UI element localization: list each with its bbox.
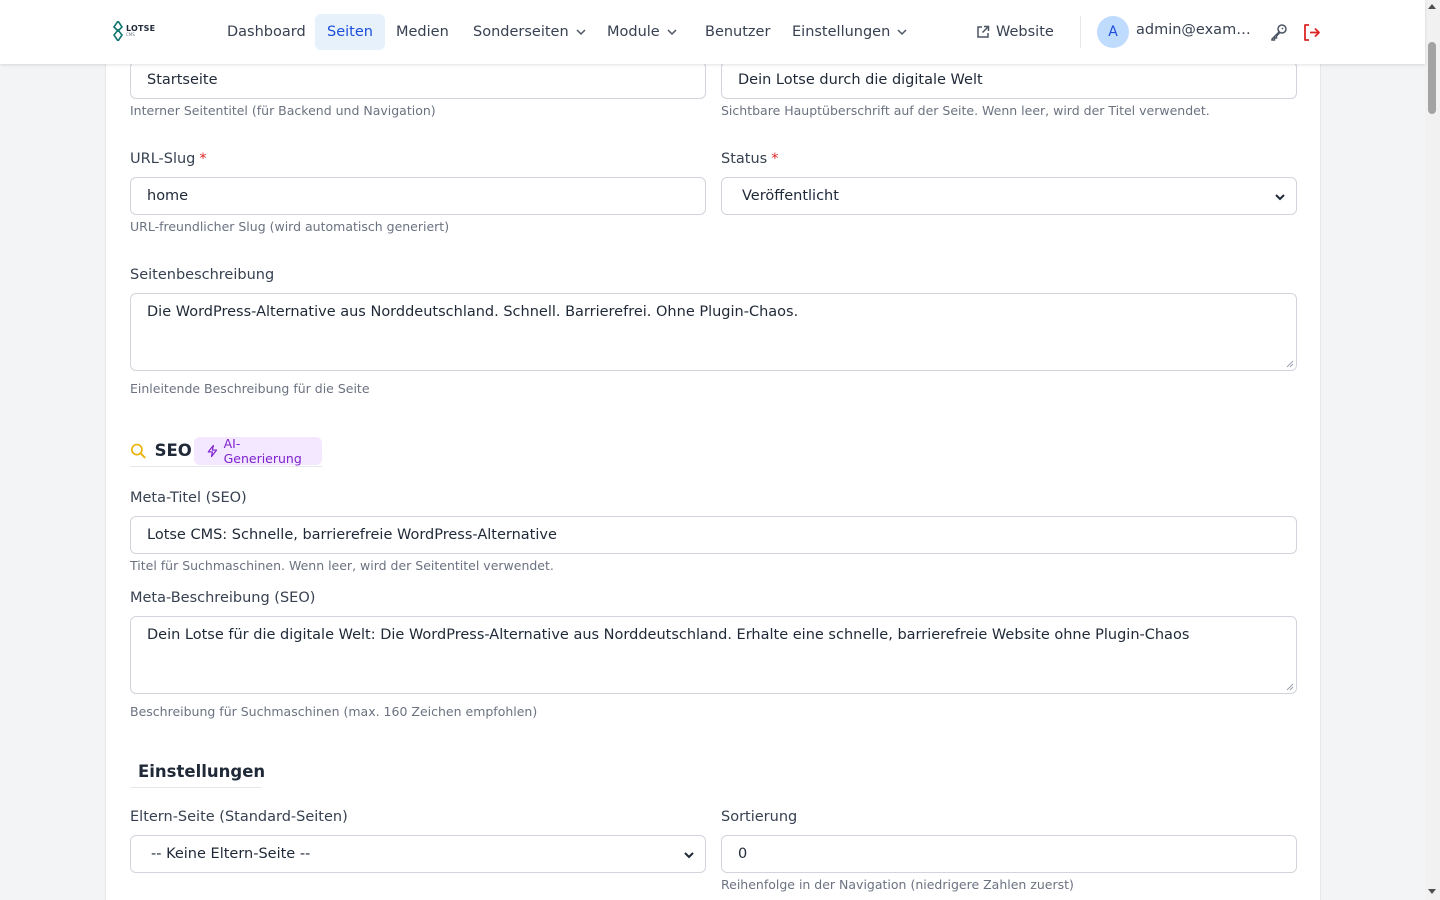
key-icon	[1271, 24, 1287, 41]
nav-label: Seiten	[327, 24, 373, 40]
meta-title-help: Titel für Suchmaschinen. Wenn leer, wird…	[130, 558, 554, 573]
ai-generation-label: AI-Generierung	[223, 435, 302, 466]
nav-sonderseiten[interactable]: Sonderseiten	[461, 14, 599, 50]
logout-button[interactable]	[1300, 21, 1322, 43]
ai-generation-button[interactable]: AI-Generierung	[193, 435, 322, 466]
nav-einstellungen[interactable]: Einstellungen	[780, 14, 920, 50]
meta-title-input[interactable]: Lotse CMS: Schnelle, barrierefreie WordP…	[130, 516, 1297, 554]
website-link[interactable]: Website	[964, 14, 1066, 50]
search-icon	[131, 443, 146, 458]
external-link-icon	[977, 25, 990, 38]
scroll-up-arrow[interactable]	[1428, 4, 1436, 9]
nav-label: Dashboard	[227, 24, 306, 40]
user-email[interactable]: admin@example.com	[1136, 22, 1251, 38]
nav-benutzer[interactable]: Benutzer	[693, 14, 782, 50]
slug-help: URL-freundlicher Slug (wird automatisch …	[130, 219, 450, 234]
meta-description-help: Beschreibung für Suchmaschinen (max. 160…	[130, 704, 538, 719]
title-help: Interner Seitentitel (für Backend und Na…	[130, 103, 436, 118]
logo[interactable]: LOTSE CMS	[113, 21, 155, 41]
lightning-icon	[207, 444, 217, 457]
description-label: Seitenbeschreibung	[130, 267, 275, 283]
slug-label-text: URL-Slug	[130, 151, 196, 167]
nav-label: Medien	[396, 24, 449, 40]
parent-label: Eltern-Seite (Standard-Seiten)	[130, 809, 348, 825]
nav-medien[interactable]: Medien	[384, 14, 461, 50]
slug-label: URL-Slug *	[130, 151, 207, 167]
website-label: Website	[996, 24, 1054, 40]
parent-value: -- Keine Eltern-Seite --	[151, 846, 311, 862]
nav-dashboard[interactable]: Dashboard	[215, 14, 318, 50]
avatar[interactable]: A	[1097, 16, 1129, 48]
change-password-button[interactable]	[1268, 21, 1290, 43]
status-label: Status *	[721, 151, 778, 167]
nav-module[interactable]: Module	[595, 14, 690, 50]
scroll-down-arrow[interactable]	[1428, 889, 1436, 894]
scrollbar-thumb[interactable]	[1428, 42, 1436, 114]
settings-section-header: Einstellungen	[130, 756, 266, 788]
settings-section-title: Einstellungen	[138, 762, 266, 781]
sort-label: Sortierung	[721, 809, 798, 825]
logout-icon	[1303, 23, 1320, 41]
page-scrollbar[interactable]	[1425, 0, 1440, 900]
sort-help: Reihenfolge in der Navigation (niedriger…	[721, 877, 1074, 892]
meta-description-label: Meta-Beschreibung (SEO)	[130, 590, 316, 606]
heading-input[interactable]: Dein Lotse durch die digitale Welt	[721, 61, 1297, 99]
chevron-down-icon	[897, 29, 907, 36]
nav-label: Module	[607, 24, 660, 40]
required-marker: *	[771, 151, 779, 167]
slug-input[interactable]: home	[130, 177, 706, 215]
seo-section-title: SEO	[154, 441, 192, 460]
meta-description-textarea[interactable]: Dein Lotse für die digitale Welt: Die Wo…	[130, 616, 1297, 694]
meta-description-value: Dein Lotse für die digitale Welt: Die Wo…	[147, 627, 1190, 643]
required-marker: *	[199, 151, 207, 167]
nav-seiten[interactable]: Seiten	[315, 14, 385, 50]
page-form-card: Startseite Interner Seitentitel (für Bac…	[105, 40, 1321, 900]
lotse-logo-icon	[113, 21, 123, 41]
nav-divider	[1080, 16, 1081, 48]
chevron-down-icon	[684, 852, 694, 859]
resize-handle-icon[interactable]	[1286, 360, 1294, 368]
meta-title-label: Meta-Titel (SEO)	[130, 490, 247, 506]
logo-sub: CMS	[126, 32, 135, 37]
chevron-down-icon	[1275, 194, 1285, 201]
top-navbar: LOTSE CMS Dashboard Seiten Medien Sonder…	[0, 0, 1425, 64]
nav-label: Einstellungen	[792, 24, 891, 40]
description-help: Einleitende Beschreibung für die Seite	[130, 381, 370, 396]
chevron-down-icon	[576, 29, 586, 36]
description-textarea[interactable]: Die WordPress-Alternative aus Norddeutsc…	[130, 293, 1297, 371]
parent-select[interactable]: -- Keine Eltern-Seite --	[130, 835, 706, 873]
nav-label: Benutzer	[705, 24, 771, 40]
sort-input[interactable]: 0	[721, 835, 1297, 873]
status-value: Veröffentlicht	[742, 188, 839, 204]
description-value: Die WordPress-Alternative aus Norddeutsc…	[147, 304, 799, 320]
resize-handle-icon[interactable]	[1286, 683, 1294, 691]
chevron-down-icon	[667, 29, 677, 36]
status-label-text: Status	[721, 151, 768, 167]
status-select[interactable]: Veröffentlicht	[721, 177, 1297, 215]
seo-section-header: SEO AI-Generierung	[130, 435, 322, 467]
title-input[interactable]: Startseite	[130, 61, 706, 99]
heading-help: Sichtbare Hauptüberschrift auf der Seite…	[721, 103, 1210, 118]
nav-label: Sonderseiten	[473, 24, 569, 40]
